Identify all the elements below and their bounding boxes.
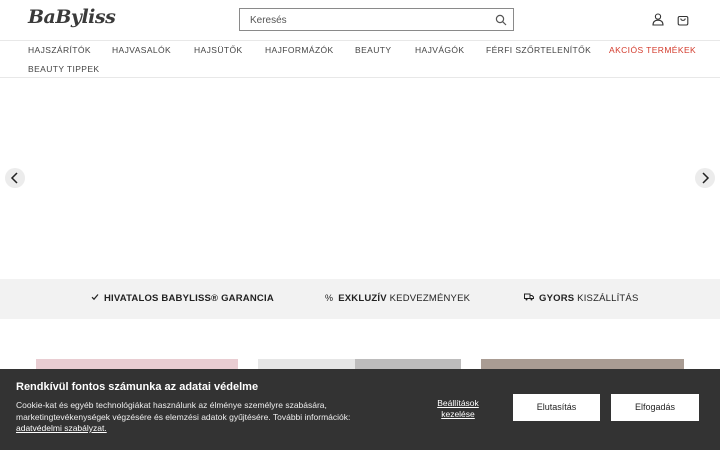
nav-item-hajvasalok[interactable]: HAJVASALÓK (112, 45, 171, 55)
cookie-description: Cookie-kat és egyéb technológiákat haszn… (16, 400, 351, 433)
hero-carousel (0, 78, 720, 278)
benefit-shipping: GYORS KISZÁLLÍTÁS (524, 293, 639, 304)
nav-item-hajvagok[interactable]: HAJVÁGÓK (415, 45, 465, 55)
main-navigation: HAJSZÁRÍTÓK HAJVASALÓK HAJSÜTŐK HAJFORMÁ… (0, 40, 720, 78)
cookie-banner: Rendkívül fontos számunka az adatai véde… (0, 369, 720, 450)
chevron-left-icon (10, 172, 18, 184)
benefit-discounts: % EXKLUZÍV KEDVEZMÉNYEK (325, 293, 471, 304)
check-icon (91, 294, 99, 301)
benefits-strip: HIVATALOS BABYLISS® GARANCIA % EXKLUZÍV K… (0, 279, 720, 319)
shopping-bag-icon[interactable] (677, 13, 689, 26)
reject-button[interactable]: Elutasítás (513, 394, 600, 421)
carousel-next-button[interactable] (695, 168, 715, 188)
nav-item-beauty[interactable]: BEAUTY (355, 45, 391, 55)
manage-settings-link[interactable]: Beállítások kezelése (430, 398, 486, 420)
percent-icon: % (325, 293, 334, 303)
cookie-title: Rendkívül fontos számunka az adatai véde… (16, 381, 259, 393)
chevron-right-icon (702, 172, 710, 184)
nav-item-hajformazok[interactable]: HAJFORMÁZÓK (265, 45, 334, 55)
nav-item-beauty-tippek[interactable]: BEAUTY TIPPEK (28, 64, 100, 74)
nav-item-hajszaritok[interactable]: HAJSZÁRÍTÓK (28, 45, 91, 55)
nav-item-akcios-termekek[interactable]: AKCIÓS TERMÉKEK (609, 45, 696, 55)
privacy-policy-link[interactable]: adatvédelmi szabályzat. (16, 423, 107, 433)
truck-icon (524, 293, 534, 301)
search-box[interactable] (239, 8, 514, 31)
site-header: BaByliss (0, 0, 720, 40)
babyliss-logo[interactable]: BaByliss (28, 6, 116, 28)
nav-item-hajsutok[interactable]: HAJSÜTŐK (194, 45, 243, 55)
benefit-guarantee: HIVATALOS BABYLISS® GARANCIA (91, 293, 274, 304)
search-icon[interactable] (495, 14, 507, 26)
accept-button[interactable]: Elfogadás (611, 394, 699, 421)
carousel-prev-button[interactable] (5, 168, 25, 188)
search-input[interactable] (250, 13, 480, 27)
user-account-icon[interactable] (652, 13, 664, 26)
nav-item-ferfi-szortelenitok[interactable]: FÉRFI SZŐRTELENÍTŐK (486, 45, 591, 55)
